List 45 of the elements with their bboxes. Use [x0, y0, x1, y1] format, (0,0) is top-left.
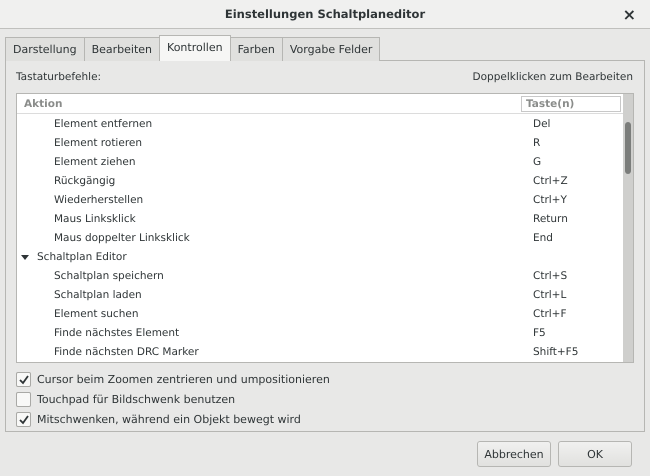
action-cell-text: Maus Linksklick [53, 212, 137, 224]
action-cell-text: Finde nächstes Element [53, 326, 180, 338]
action-cell-text: Schaltplan laden [53, 288, 143, 300]
checkbox[interactable] [16, 372, 31, 387]
tab[interactable]: Kontrollen [159, 35, 231, 61]
key-cell-text: Del [532, 118, 552, 130]
checkbox-option[interactable]: Touchpad für Bildschwenk benutzen [16, 392, 634, 407]
key-cell-text: Shift+F5 [532, 346, 580, 358]
dialog-button[interactable]: OK [558, 441, 632, 467]
scrollbar[interactable] [623, 94, 633, 362]
tab[interactable]: Darstellung [5, 37, 85, 61]
action-cell-text: Maus doppelter Linksklick [53, 232, 191, 244]
key-cell-text: R [532, 136, 542, 148]
action-cell-text: Element ziehen [53, 156, 136, 168]
action-cell-text: Schaltplan speichern [53, 270, 165, 282]
group-label: Schaltplan Editor [37, 250, 127, 262]
checkbox-option[interactable]: Mitschwenken, während ein Objekt bewegt wird [16, 412, 634, 427]
checkbox-option[interactable]: Cursor beim Zoomen zentrieren und umpositionieren [16, 372, 634, 387]
action-cell-text: Rückgängig [53, 174, 116, 186]
action-cell-text: Finde nächsten DRC Marker [53, 346, 200, 358]
hint-text: Doppelklicken zum Bearbeiten [472, 71, 633, 83]
key-cell-text: Ctrl+S [532, 270, 568, 282]
key-cell-text: Ctrl+L [532, 288, 568, 300]
key-cell-text: G [532, 156, 542, 168]
key-cell-text: Ctrl+Z [532, 174, 569, 186]
checkbox[interactable] [16, 412, 31, 427]
key-cell-text: Return [532, 212, 569, 224]
key-cell-text: Ctrl+F [532, 308, 568, 320]
key-cell-text: F5 [532, 326, 547, 338]
close-button[interactable]: × [618, 5, 640, 24]
key-cell-text: End [532, 232, 554, 244]
section-label: Tastaturbefehle: [16, 71, 102, 83]
tab[interactable]: Bearbeiten [84, 37, 160, 61]
collapse-icon[interactable] [21, 252, 29, 260]
window-title: Einstellungen Schaltplaneditor [224, 7, 426, 21]
action-cell-text: Element rotieren [53, 136, 144, 148]
action-cell-text: Wiederherstellen [53, 194, 144, 206]
action-cell-text: Element entfernen [53, 118, 154, 130]
checkbox[interactable] [16, 392, 31, 407]
action-cell-text: Element suchen [53, 308, 140, 320]
tree-group-row[interactable]: Schaltplan Editor [17, 247, 623, 266]
tab[interactable]: Farben [230, 37, 283, 61]
dialog-button[interactable]: Abbrechen [477, 441, 551, 467]
tab[interactable]: Vorgabe Felder [282, 37, 380, 61]
key-cell-text: Ctrl+Y [532, 194, 568, 206]
